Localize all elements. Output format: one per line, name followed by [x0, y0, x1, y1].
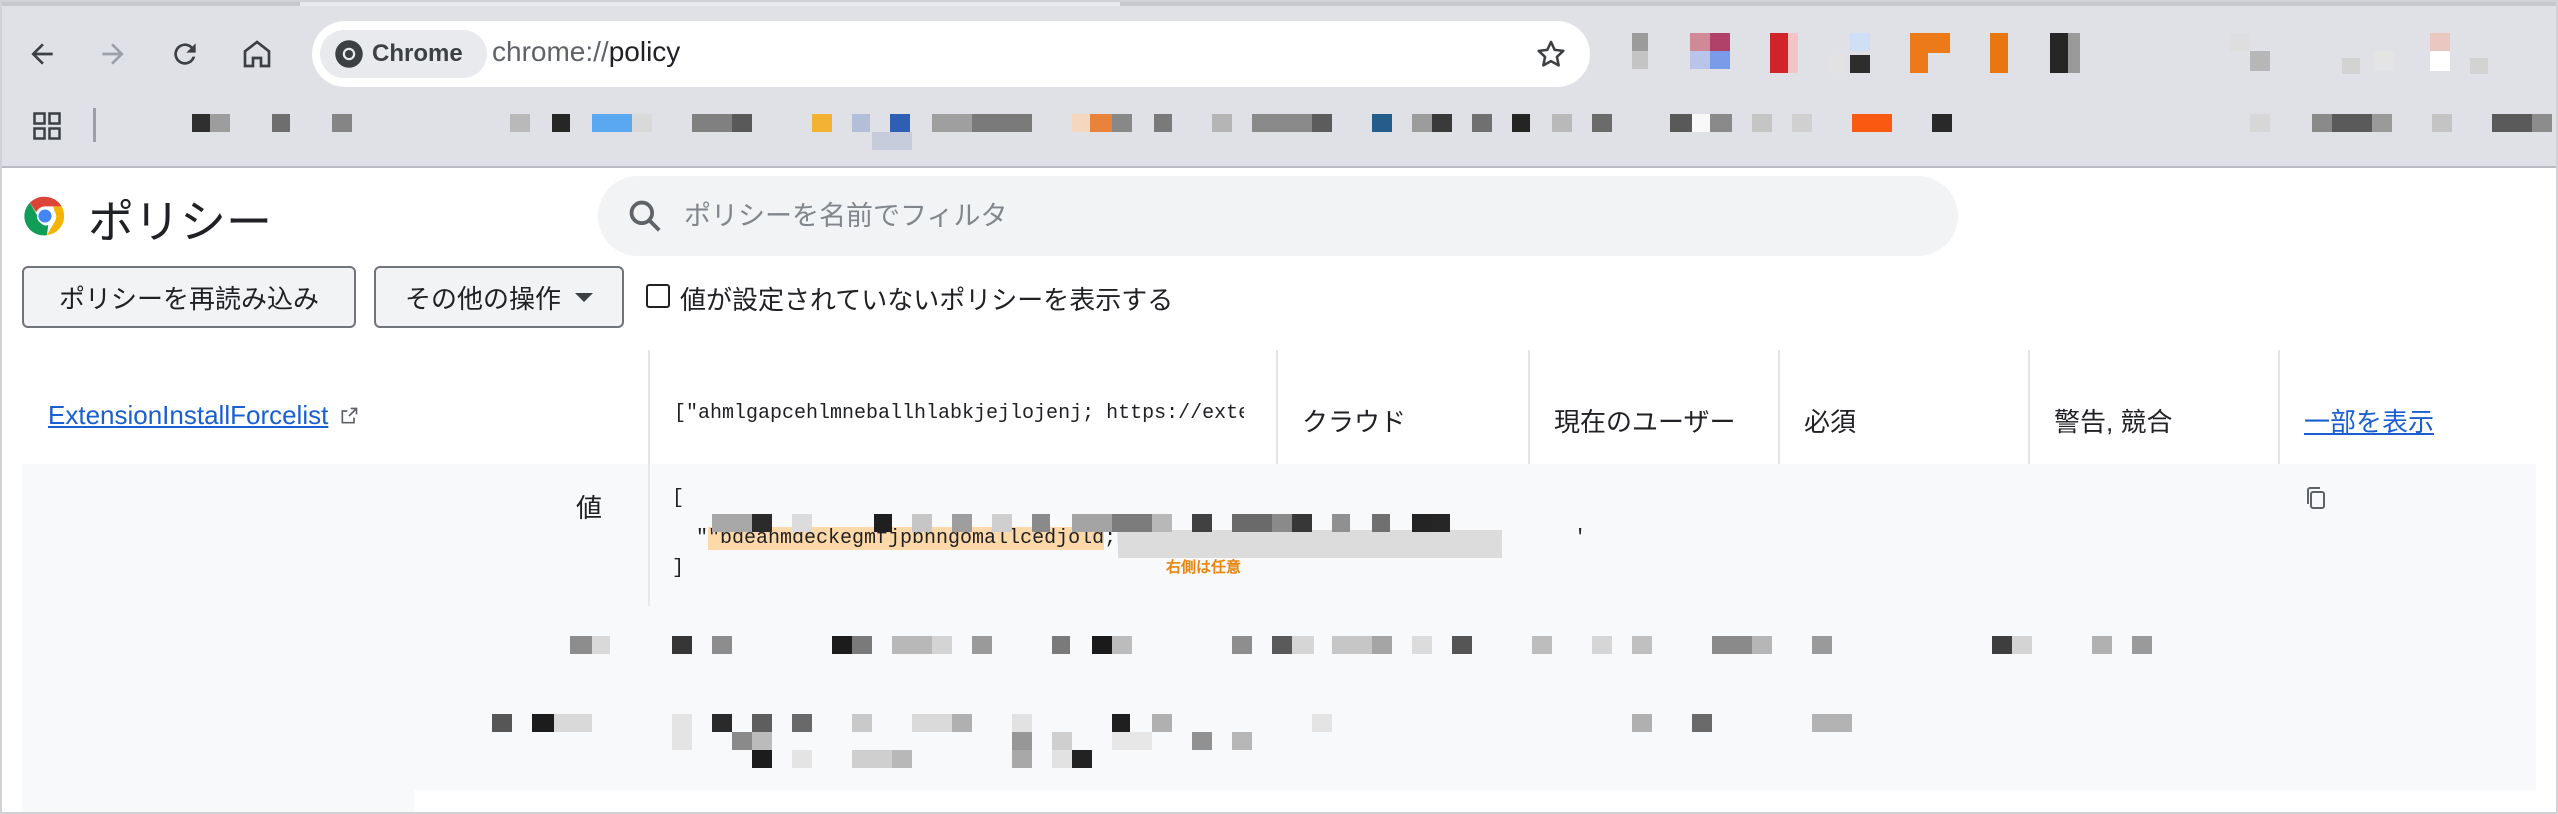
- policy-source: クラウド: [1302, 407, 1407, 437]
- column-divider: [648, 464, 650, 606]
- more-actions-button[interactable]: その他の操作: [374, 266, 624, 328]
- site-info-chip[interactable]: Chrome: [320, 30, 487, 78]
- show-more-link[interactable]: 一部を表示: [2304, 402, 2434, 439]
- column-divider: [1778, 350, 1780, 464]
- search-input[interactable]: [684, 190, 1924, 242]
- table-row: [414, 790, 2536, 814]
- url-scheme: chrome://: [492, 36, 609, 67]
- policy-status: 警告, 競合: [2054, 407, 2173, 437]
- copy-icon[interactable]: [2304, 486, 2328, 512]
- extension-icon[interactable]: [2050, 33, 2090, 73]
- show-unset-checkbox[interactable]: [646, 284, 670, 308]
- annotation-optional: 右側は任意: [1166, 559, 1242, 576]
- reload-icon: [174, 43, 196, 65]
- column-divider: [1276, 350, 1278, 464]
- chip-label: Chrome: [372, 40, 463, 67]
- back-button[interactable]: [22, 34, 62, 74]
- external-link-icon: [341, 407, 357, 424]
- url-path: policy: [608, 36, 681, 67]
- policy-scope: 現在のユーザー: [1554, 407, 1736, 437]
- redacted-url: [1118, 530, 1502, 558]
- extension-icon[interactable]: [1990, 33, 2030, 73]
- forward-icon: [102, 43, 124, 65]
- reload-policies-button[interactable]: ポリシーを再読み込み: [22, 266, 356, 328]
- open-bracket: [: [672, 487, 685, 510]
- column-divider: [1528, 350, 1530, 464]
- policy-name-link[interactable]: ExtensionInstallForcelist: [48, 400, 359, 431]
- url-text[interactable]: chrome://policy: [492, 36, 680, 68]
- star-icon[interactable]: [1534, 37, 1568, 71]
- policy-filter[interactable]: [598, 176, 1958, 256]
- reload-button[interactable]: [165, 34, 205, 74]
- entry-end: ': [1574, 527, 1587, 550]
- value-label: 値: [576, 493, 603, 523]
- show-unset-label[interactable]: 値が設定されていないポリシーを表示する: [680, 280, 1173, 317]
- tab-strip: [300, 0, 1120, 6]
- close-bracket: ]: [672, 557, 685, 580]
- extension-icon[interactable]: [1770, 33, 1810, 73]
- extension-icon[interactable]: [1910, 33, 1950, 73]
- caret-down-icon: [575, 292, 593, 302]
- extension-icon[interactable]: [2230, 33, 2270, 73]
- extension-icon[interactable]: [2374, 33, 2414, 73]
- page-title: ポリシー: [88, 196, 272, 248]
- home-button[interactable]: [237, 34, 277, 74]
- reload-policies-label: ポリシーを再読み込み: [58, 283, 319, 314]
- more-actions-label: その他の操作: [404, 283, 561, 314]
- bookmarks-separator: [93, 108, 96, 142]
- back-icon: [31, 43, 53, 65]
- chrome-logo: [24, 196, 65, 236]
- extension-icon[interactable]: [1632, 33, 1672, 73]
- policy-value-preview: ["ahmlgapcehlmneballhlabkjejlojenj; http…: [674, 402, 1244, 425]
- address-bar[interactable]: Chrome chrome://policy: [312, 21, 1590, 87]
- policy-level: 必須: [1804, 407, 1857, 437]
- chrome-icon: [335, 40, 363, 68]
- policy-name[interactable]: ExtensionInstallForcelist: [48, 400, 328, 430]
- apps-icon[interactable]: [32, 111, 62, 141]
- home-icon: [243, 40, 271, 68]
- search-icon: [629, 200, 661, 232]
- extension-icon[interactable]: [1690, 33, 1730, 73]
- column-divider: [2278, 350, 2280, 464]
- extension-icon[interactable]: [1830, 33, 1870, 73]
- extension-icon[interactable]: [2430, 33, 2470, 73]
- forward-button[interactable]: [93, 34, 133, 74]
- column-divider: [648, 350, 650, 464]
- column-divider: [2028, 350, 2030, 464]
